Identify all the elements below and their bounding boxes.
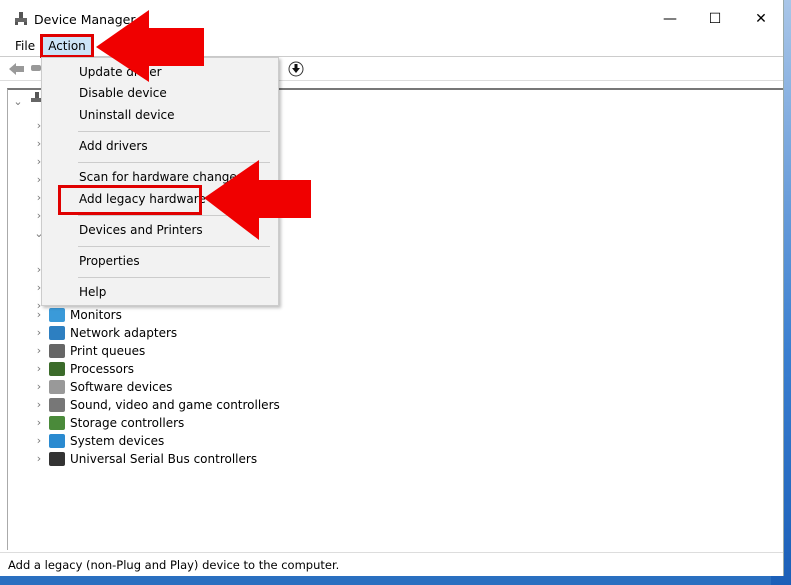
maximize-button[interactable]: ☐ [700, 8, 730, 30]
status-bar: Add a legacy (non-Plug and Play) device … [0, 552, 783, 576]
menu-item-add-drivers[interactable]: Add drivers [79, 136, 148, 156]
tree-item[interactable]: › Processors [34, 360, 334, 378]
usb-icon [49, 452, 65, 466]
forward-icon[interactable] [31, 65, 41, 73]
menu-file[interactable]: File [15, 39, 35, 53]
menu-item-devices-printers[interactable]: Devices and Printers [79, 220, 203, 240]
highlight-box [58, 185, 202, 215]
device-manager-icon [15, 12, 27, 25]
chevron-right-icon[interactable]: › [34, 396, 44, 414]
tree-item[interactable]: › Software devices [34, 378, 334, 396]
update-driver-icon[interactable] [288, 61, 304, 77]
menu-item-properties[interactable]: Properties [79, 251, 140, 271]
device-manager-window: Device Manager — ☐ ✕ File Action ⌄ › › › › ›… [0, 0, 784, 576]
printer-icon [49, 344, 65, 358]
network-icon [49, 326, 65, 340]
close-button[interactable]: ✕ [746, 8, 776, 30]
minimize-button[interactable]: — [655, 8, 685, 30]
menu-item-disable-device[interactable]: Disable device [79, 83, 167, 103]
tree-item[interactable]: › System devices [34, 432, 334, 450]
chevron-down-icon[interactable]: ⌄ [13, 95, 23, 108]
software-device-icon [49, 380, 65, 394]
chevron-right-icon[interactable]: › [34, 324, 44, 342]
tree-item[interactable]: › Storage controllers [34, 414, 334, 432]
system-icon [49, 434, 65, 448]
chevron-right-icon[interactable]: › [34, 342, 44, 360]
chevron-right-icon[interactable]: › [34, 432, 44, 450]
separator [78, 131, 270, 132]
chevron-right-icon[interactable]: › [34, 378, 44, 396]
speaker-icon [49, 398, 65, 412]
tree-item-label: Print queues [70, 344, 146, 358]
menu-action[interactable]: Action [40, 34, 94, 58]
tree-item-label: Network adapters [70, 326, 178, 340]
processor-icon [49, 362, 65, 376]
tree-item[interactable]: › Sound, video and game controllers [34, 396, 334, 414]
tree-item-label: Software devices [70, 380, 173, 394]
tree-item-label: Sound, video and game controllers [70, 398, 280, 412]
storage-icon [49, 416, 65, 430]
red-arrow-icon [204, 160, 311, 240]
tree-item-label: Monitors [70, 308, 122, 322]
chevron-right-icon[interactable]: › [34, 360, 44, 378]
chevron-right-icon[interactable]: › [34, 414, 44, 432]
chevron-right-icon[interactable]: › [34, 450, 44, 468]
back-icon[interactable] [9, 62, 25, 76]
tree-item-label: Storage controllers [70, 416, 185, 430]
menu-item-help[interactable]: Help [79, 282, 106, 302]
tree-item[interactable]: › Monitors [34, 306, 334, 324]
tree-item[interactable]: › Network adapters [34, 324, 334, 342]
separator [78, 277, 270, 278]
tree-item[interactable]: › Universal Serial Bus controllers [34, 450, 334, 468]
separator [78, 246, 270, 247]
monitor-icon [49, 308, 65, 322]
tree-item-label: Processors [70, 362, 135, 376]
tree-item-label: System devices [70, 434, 165, 448]
menu-item-uninstall-device[interactable]: Uninstall device [79, 105, 175, 125]
red-arrow-icon [96, 10, 204, 82]
chevron-right-icon[interactable]: › [34, 306, 44, 324]
tree-item-label: Universal Serial Bus controllers [70, 452, 258, 466]
tree-item[interactable]: › Print queues [34, 342, 334, 360]
